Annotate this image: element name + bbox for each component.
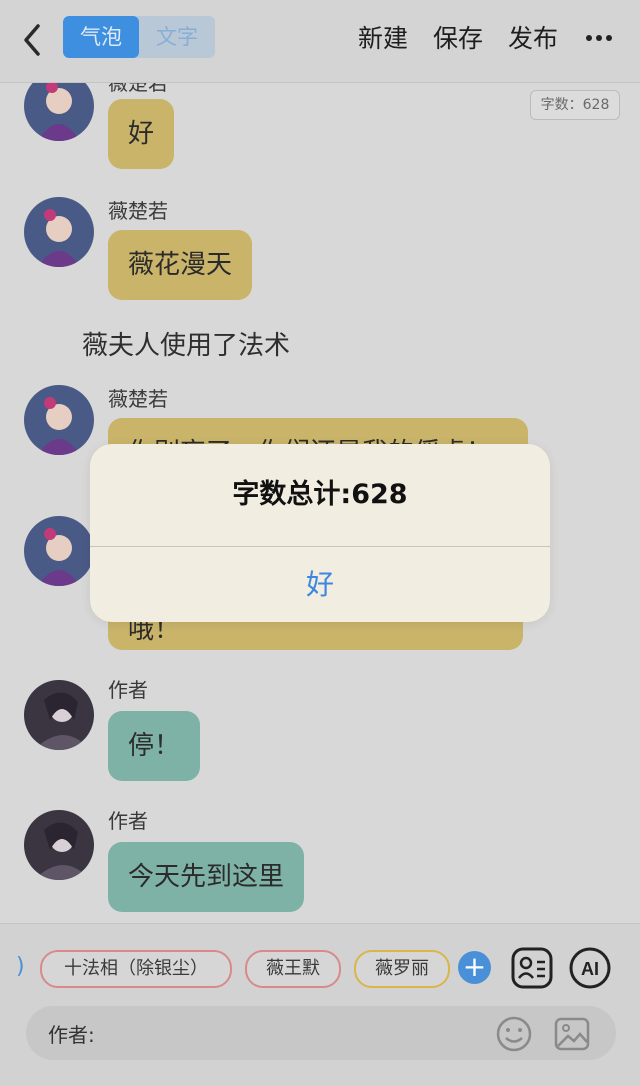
word-count-dialog: 字数总计:628 好 (90, 444, 550, 622)
dialog-title: 字数总计:628 (232, 479, 408, 510)
ok-button[interactable]: 好 (90, 547, 550, 622)
